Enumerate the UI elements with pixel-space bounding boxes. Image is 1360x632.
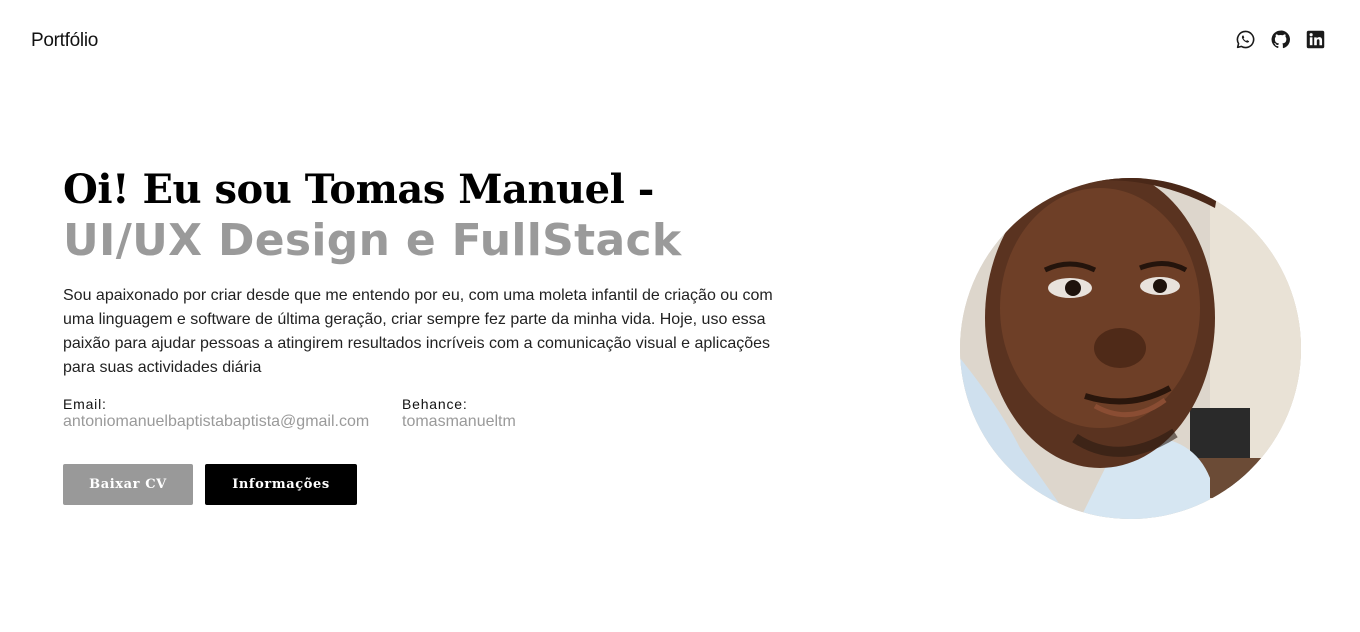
behance-label: Behance: [402,396,468,412]
hero-headline: Oi! Eu sou Tomas Manuel - [63,166,654,213]
profile-photo [960,178,1301,519]
hero-actions: Baixar CV Informações [63,464,783,505]
email-label: Email: [63,396,107,412]
brand-logo-text[interactable]: Portfólio [31,30,98,52]
hero-subheadline: UI/UX Design e FullStack [63,215,682,266]
email-value[interactable]: antoniomanuelbaptistabaptista@gmail.com [63,412,402,432]
download-cv-button[interactable]: Baixar CV [63,464,193,505]
email-contact: Email: antoniomanuelbaptistabaptista@gma… [63,397,402,432]
whatsapp-icon[interactable] [1235,29,1256,50]
behance-value[interactable]: tomasmanueltm [402,412,516,432]
linkedin-icon[interactable] [1305,29,1326,50]
profile-photo-image [960,178,1301,519]
hero-section: Oi! Eu sou Tomas Manuel - UI/UX Design e… [63,166,783,505]
info-button[interactable]: Informações [205,464,357,505]
contact-info: Email: antoniomanuelbaptistabaptista@gma… [63,397,783,432]
github-icon[interactable] [1270,29,1291,50]
behance-contact: Behance: tomasmanueltm [402,397,516,432]
social-links [1235,29,1326,50]
about-paragraph: Sou apaixonado por criar desde que me en… [63,287,773,376]
